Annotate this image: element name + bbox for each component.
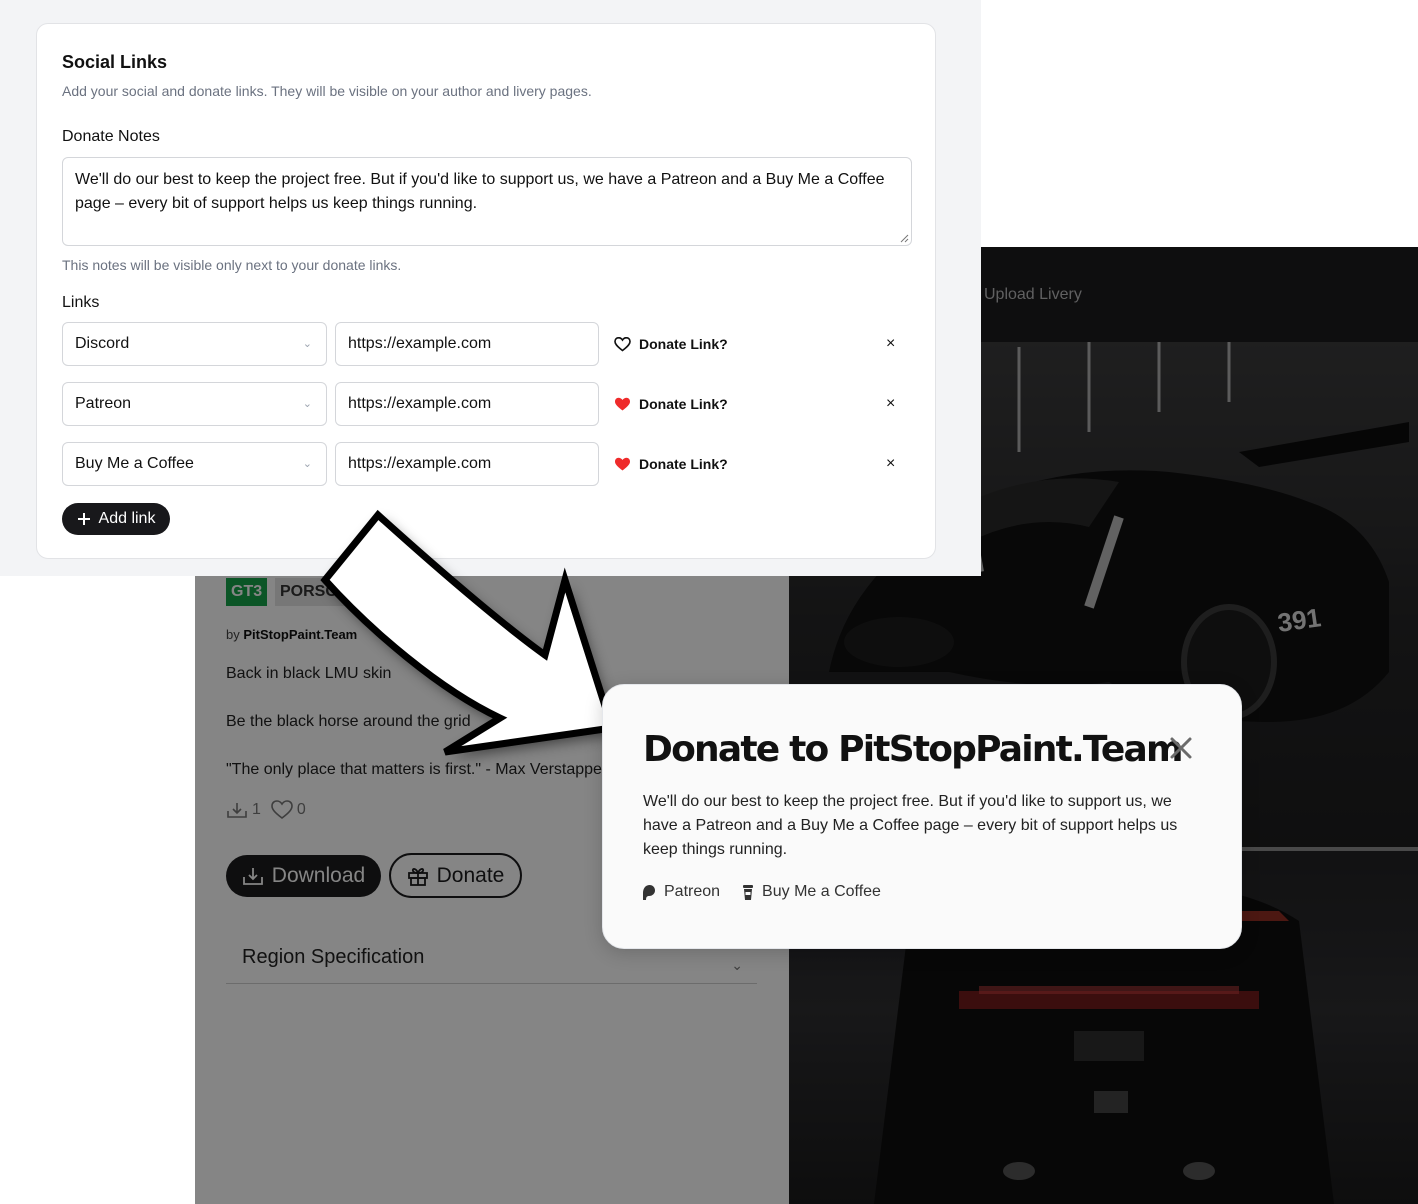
platform-select-value: Patreon — [75, 395, 132, 412]
platform-select[interactable]: Patreon ⌄ — [62, 382, 327, 426]
buy-me-a-coffee-link[interactable]: Buy Me a Coffee — [742, 883, 881, 901]
donate-link-toggle[interactable]: Donate Link? — [614, 322, 728, 366]
modal-donate-notes: We'll do our best to keep the project fr… — [643, 793, 1178, 858]
heart-filled-icon — [615, 457, 630, 470]
remove-link-button[interactable]: × — [886, 322, 895, 366]
add-link-button[interactable]: Add link — [62, 503, 170, 535]
donate-link-label: Donate Link? — [639, 336, 728, 352]
patreon-link-label: Patreon — [664, 883, 721, 900]
add-link-label: Add link — [98, 510, 156, 527]
link-row: Discord ⌄ https://example.com Donate Lin… — [62, 322, 912, 366]
remove-link-button[interactable]: × — [886, 382, 895, 426]
platform-select-value: Buy Me a Coffee — [75, 455, 194, 472]
platform-select[interactable]: Buy Me a Coffee ⌄ — [62, 442, 327, 486]
buy-me-a-coffee-link-label: Buy Me a Coffee — [762, 883, 881, 900]
plus-icon — [77, 513, 90, 525]
donate-link-toggle[interactable]: Donate Link? — [614, 442, 728, 486]
modal-donate-links: Patreon Buy Me a Coffee — [640, 883, 881, 901]
donate-link-label: Donate Link? — [639, 396, 728, 412]
heart-filled-icon — [615, 397, 630, 410]
chevron-down-icon: ⌄ — [302, 458, 312, 470]
card-title: Social Links — [62, 52, 168, 72]
donate-notes-hint: This notes will be visible only next to … — [62, 257, 402, 273]
remove-link-button[interactable]: × — [886, 442, 895, 486]
donate-link-toggle[interactable]: Donate Link? — [614, 382, 728, 426]
heart-outline-icon — [614, 336, 631, 352]
donate-modal: Donate to PitStopPaint.Team We'll do our… — [602, 684, 1242, 949]
link-row: Patreon ⌄ https://example.com Donate Lin… — [62, 382, 912, 426]
chevron-down-icon: ⌄ — [302, 398, 312, 410]
link-row: Buy Me a Coffee ⌄ https://example.com Do… — [62, 442, 912, 486]
donate-notes-value: We'll do our best to keep the project fr… — [75, 171, 885, 212]
patreon-link[interactable]: Patreon — [640, 883, 720, 901]
url-input-value: https://example.com — [348, 395, 492, 412]
url-input[interactable]: https://example.com — [335, 322, 599, 366]
donate-link-label: Donate Link? — [639, 456, 728, 472]
links-label: Links — [62, 294, 100, 311]
platform-select-value: Discord — [75, 335, 130, 352]
card-subtitle: Add your social and donate links. They w… — [62, 83, 592, 99]
modal-title: Donate to PitStopPaint.Team — [643, 729, 1184, 770]
resize-handle-icon[interactable] — [900, 234, 909, 243]
close-icon[interactable] — [1168, 735, 1194, 761]
donate-notes-label: Donate Notes — [62, 128, 160, 145]
social-links-card: Social Links Add your social and donate … — [36, 23, 936, 559]
url-input-value: https://example.com — [348, 455, 492, 472]
donate-notes-textarea[interactable]: We'll do our best to keep the project fr… — [62, 157, 912, 246]
platform-select[interactable]: Discord ⌄ — [62, 322, 327, 366]
settings-panel-background: Social Links Add your social and donate … — [0, 0, 981, 576]
url-input[interactable]: https://example.com — [335, 382, 599, 426]
patreon-icon — [643, 884, 655, 900]
coffee-cup-icon — [743, 884, 754, 900]
chevron-down-icon: ⌄ — [302, 338, 312, 350]
url-input[interactable]: https://example.com — [335, 442, 599, 486]
url-input-value: https://example.com — [348, 335, 492, 352]
composite-screenshot: Upload Livery 391 GT3 PORSCHE by PitStop… — [0, 0, 1418, 1204]
